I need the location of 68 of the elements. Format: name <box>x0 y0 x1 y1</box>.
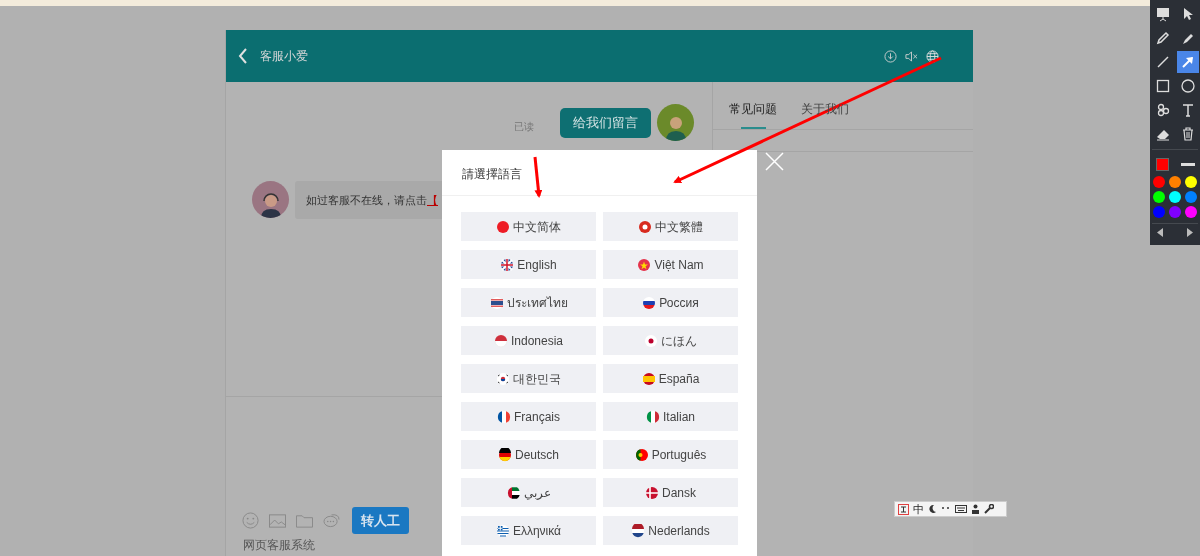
globe-icon[interactable] <box>926 49 939 63</box>
language-button[interactable]: 中文繁體 <box>603 212 738 241</box>
person-icon[interactable] <box>971 504 980 514</box>
footer-text: 网页客服系统 <box>242 537 316 554</box>
color-swatch[interactable] <box>1153 176 1165 188</box>
download-icon[interactable] <box>884 49 897 63</box>
language-button[interactable]: Deutsch <box>461 440 596 469</box>
flag-icon <box>645 485 659 500</box>
flag-icon <box>489 295 504 310</box>
flag-icon <box>642 295 657 310</box>
flag-icon <box>506 485 521 500</box>
language-button[interactable]: ประเทศไทย <box>461 288 596 317</box>
dialog-title: 請選擇語言 <box>442 150 757 196</box>
back-icon[interactable] <box>238 48 248 64</box>
flag-icon <box>644 333 658 348</box>
left-arrow-icon[interactable] <box>1157 228 1164 237</box>
flag-icon <box>497 409 511 424</box>
arrow-tool-icon[interactable] <box>1176 51 1199 73</box>
language-button[interactable]: عربي <box>461 478 596 507</box>
flag-icon <box>493 333 508 348</box>
wrench-icon[interactable] <box>984 504 994 514</box>
flag-icon <box>496 219 510 234</box>
flag-icon <box>496 371 510 386</box>
flag-icon <box>631 523 646 538</box>
language-button[interactable]: Français <box>461 402 596 431</box>
language-button[interactable]: 中文简体 <box>461 212 596 241</box>
language-button[interactable]: Việt Nam <box>603 250 738 279</box>
language-button[interactable]: España <box>603 364 738 393</box>
flag-icon <box>638 219 652 234</box>
current-color-swatch[interactable] <box>1156 158 1169 171</box>
moon-icon[interactable] <box>928 504 937 514</box>
color-swatch[interactable] <box>1185 206 1197 218</box>
color-swatch[interactable] <box>1185 176 1197 188</box>
language-button[interactable]: Россия <box>603 288 738 317</box>
flag-icon <box>641 371 656 386</box>
flag-icon <box>634 447 649 462</box>
color-swatch[interactable] <box>1185 191 1197 203</box>
ime-logo-icon[interactable] <box>898 503 909 515</box>
right-arrow-icon[interactable] <box>1186 228 1193 237</box>
ime-mode[interactable]: 中 <box>913 503 924 515</box>
language-button[interactable]: Italian <box>603 402 738 431</box>
flag-icon <box>646 409 660 424</box>
language-button[interactable]: Indonesia <box>461 326 596 355</box>
flag-icon <box>637 257 652 272</box>
language-button[interactable]: Português <box>603 440 738 469</box>
message-bubble: 给我们留言 <box>560 107 651 138</box>
flag-icon <box>495 523 510 538</box>
transfer-button[interactable]: 转人工 <box>352 507 409 534</box>
mute-icon[interactable] <box>905 49 918 63</box>
language-button[interactable]: Ελληνικά <box>461 516 596 545</box>
language-button[interactable]: Nederlands <box>603 516 738 545</box>
color-swatch[interactable] <box>1153 191 1165 203</box>
flag-icon <box>498 447 512 462</box>
tab[interactable]: 常见问题 <box>729 100 777 130</box>
keyboard-icon[interactable] <box>955 505 967 513</box>
arrow-annotation <box>533 156 543 198</box>
color-swatch[interactable] <box>1153 206 1165 218</box>
flag-icon <box>500 257 515 272</box>
chat-title: 客服小爱 <box>260 48 308 65</box>
agent-avatar-icon <box>252 181 289 218</box>
avatar-icon <box>657 104 694 141</box>
color-swatch[interactable] <box>1169 176 1181 188</box>
language-button[interactable]: 대한민국 <box>461 364 596 393</box>
language-button[interactable]: English <box>461 250 596 279</box>
language-button[interactable]: Dansk <box>603 478 738 507</box>
color-swatch[interactable] <box>1169 191 1181 203</box>
color-swatch[interactable] <box>1169 206 1181 218</box>
language-button[interactable]: にほん <box>603 326 738 355</box>
